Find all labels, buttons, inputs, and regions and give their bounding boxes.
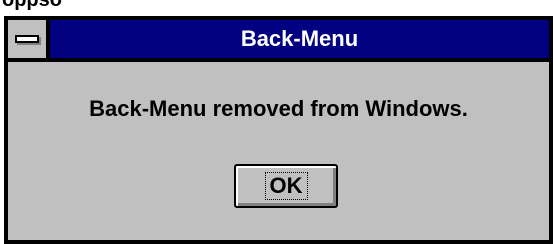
message-dialog: Back-Menu Back-Menu removed from Windows… <box>4 16 553 244</box>
system-menu-button[interactable] <box>8 20 50 58</box>
dialog-message: Back-Menu removed from Windows. <box>89 96 468 121</box>
dialog-title: Back-Menu <box>240 26 359 51</box>
background-text-fragment: oppso <box>0 0 120 16</box>
title-bar[interactable]: Back-Menu <box>8 20 549 62</box>
ok-button[interactable]: OK <box>234 164 338 208</box>
system-menu-icon <box>15 35 39 43</box>
background-text: oppso <box>2 0 62 11</box>
ok-button-label: OK <box>264 172 308 200</box>
